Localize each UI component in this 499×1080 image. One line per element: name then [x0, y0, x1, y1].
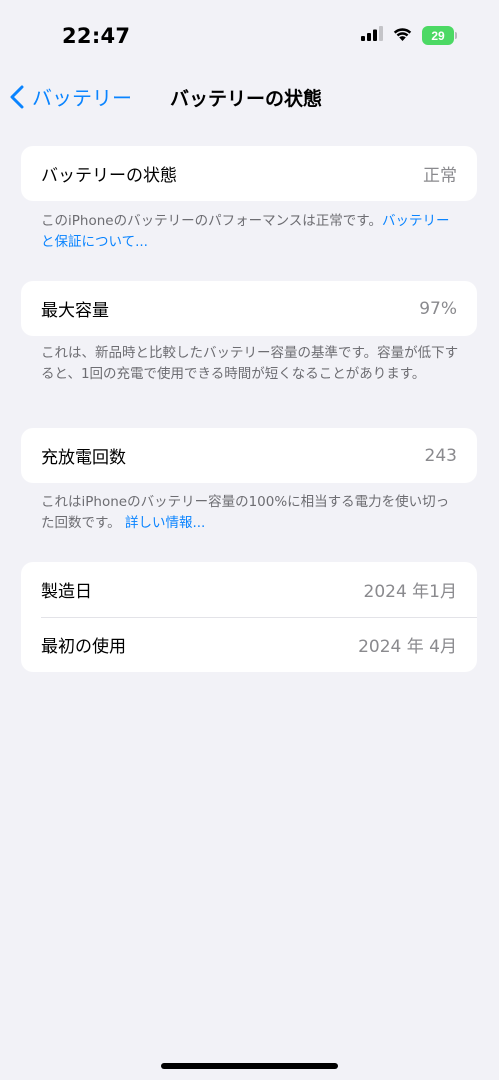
maximum-capacity-label: 最大容量	[41, 301, 109, 321]
cycle-count-value: 243	[424, 445, 457, 466]
cycle-count-group: 充放電回数 243	[21, 428, 477, 483]
battery-health-note: このiPhoneのバッテリーのパフォーマンスは正常です。	[41, 213, 382, 229]
back-label: バッテリー	[32, 86, 132, 110]
cycle-count-row: 充放電回数 243	[21, 428, 477, 483]
battery-level: 29	[422, 26, 454, 45]
home-indicator[interactable]	[161, 1063, 338, 1069]
more-info-link[interactable]: 詳しい情報...	[125, 515, 205, 531]
battery-dates-group: 製造日 2024 年1月 最初の使用 2024 年 4月	[21, 562, 477, 672]
cycle-count-footnote: これはiPhoneのバッテリー容量の100%に相当する電力を使い切った回数です。…	[41, 492, 461, 534]
cellular-signal-icon	[361, 26, 383, 45]
status-icons: 29	[361, 26, 457, 45]
status-time: 22:47	[62, 24, 131, 48]
maximum-capacity-value: 97%	[419, 298, 457, 319]
battery-icon: 29	[422, 26, 457, 45]
maximum-capacity-group: 最大容量 97%	[21, 281, 477, 336]
battery-health-group: バッテリーの状態 正常	[21, 146, 477, 201]
first-use-row: 最初の使用 2024 年 4月	[21, 617, 477, 672]
status-bar: 22:47 29	[0, 0, 499, 70]
battery-cap	[455, 32, 457, 39]
maximum-capacity-row: 最大容量 97%	[21, 281, 477, 336]
battery-health-label: バッテリーの状態	[41, 166, 177, 186]
battery-health-value: 正常	[423, 166, 457, 186]
battery-health-footnote: このiPhoneのバッテリーのパフォーマンスは正常です。バッテリーと保証について…	[41, 211, 461, 253]
maximum-capacity-footnote: これは、新品時と比較したバッテリー容量の基準です。容量が低下すると、1回の充電で…	[41, 345, 459, 382]
battery-health-row: バッテリーの状態 正常	[21, 146, 477, 201]
manufacture-date-row: 製造日 2024 年1月	[21, 562, 477, 617]
back-button[interactable]: バッテリー	[10, 82, 132, 111]
navigation-bar: バッテリー バッテリーの状態	[0, 78, 499, 118]
cycle-count-note: これはiPhoneのバッテリー容量の100%に相当する電力を使い切った回数です。	[41, 494, 450, 531]
first-use-value: 2024 年 4月	[358, 637, 457, 657]
cycle-count-label: 充放電回数	[41, 448, 126, 468]
wifi-icon	[392, 26, 413, 45]
chevron-left-icon	[10, 85, 24, 108]
page-title: バッテリーの状態	[170, 88, 323, 110]
first-use-label: 最初の使用	[41, 637, 126, 657]
manufacture-date-value: 2024 年1月	[363, 582, 457, 602]
manufacture-date-label: 製造日	[41, 582, 92, 602]
